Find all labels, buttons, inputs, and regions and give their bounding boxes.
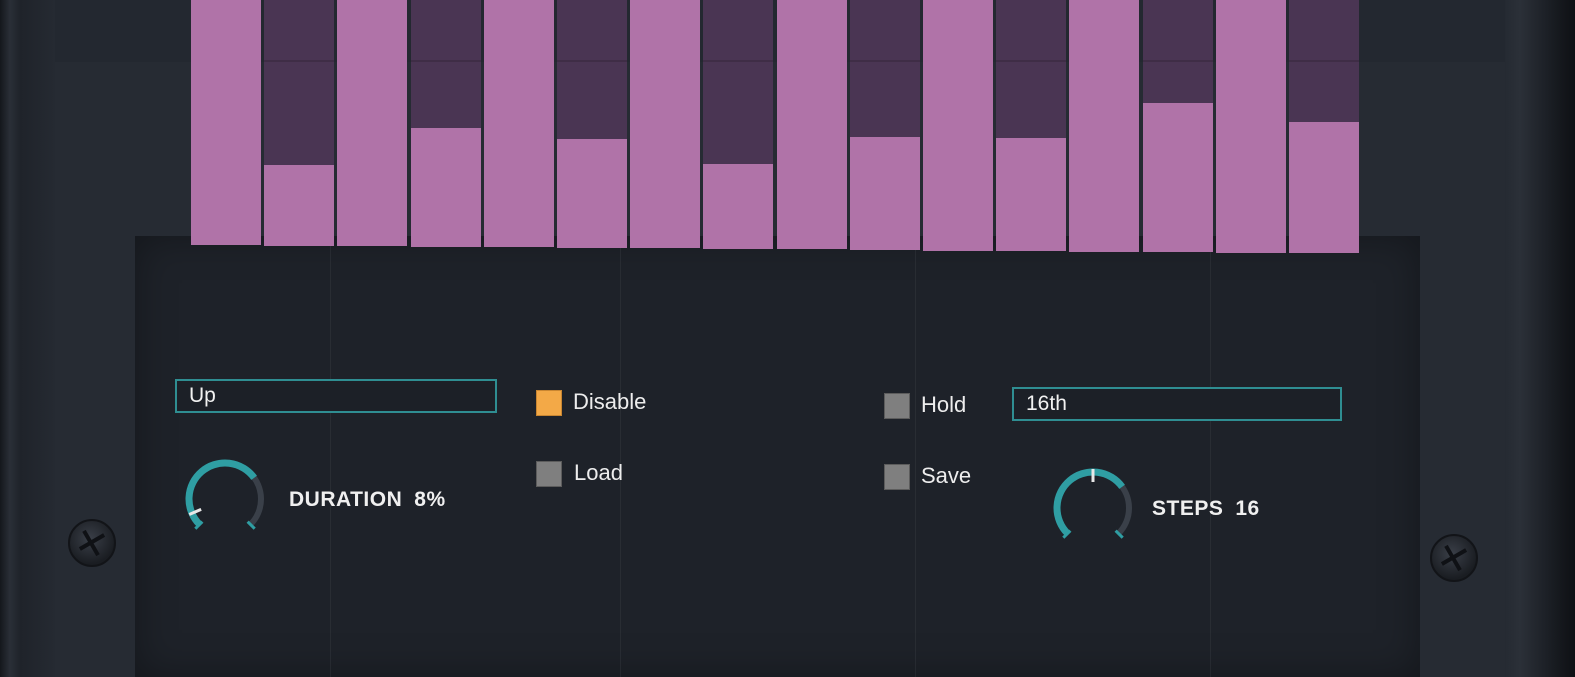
step-level-fill <box>337 0 408 247</box>
load-label: Load <box>574 460 623 485</box>
duration-value: 8% <box>414 488 446 511</box>
step-bar[interactable] <box>1215 0 1286 253</box>
step-level-fill <box>849 137 920 250</box>
step-bar[interactable] <box>630 0 701 249</box>
step-bar[interactable] <box>483 0 554 248</box>
step-level-fill <box>410 128 481 247</box>
step-level-fill <box>630 0 701 249</box>
step-bar[interactable] <box>337 0 408 247</box>
step-bar[interactable] <box>557 0 627 248</box>
step-bar-divider <box>1142 60 1213 62</box>
step-level-fill <box>264 164 335 246</box>
step-bar-divider <box>996 60 1067 62</box>
steps-value: 16 <box>1235 497 1260 520</box>
steps-label-text: STEPS <box>1152 497 1224 520</box>
step-bar[interactable] <box>923 0 993 251</box>
step-bar[interactable] <box>996 0 1067 252</box>
step-bar[interactable] <box>703 0 774 249</box>
step-bar[interactable] <box>191 0 261 245</box>
duration-label-text: DURATION <box>289 488 403 511</box>
step-level-fill <box>996 138 1067 252</box>
step-level-fill <box>191 0 261 245</box>
knob-arc <box>185 459 257 527</box>
step-level-fill <box>703 164 774 249</box>
rate-select[interactable]: 16th <box>1012 387 1342 421</box>
step-bar[interactable] <box>776 0 847 250</box>
hold-label: Hold <box>921 392 967 417</box>
step-level-fill <box>1215 0 1286 253</box>
duration-knob-label: DURATION 8% <box>289 488 446 512</box>
control-panel <box>135 236 1420 677</box>
panel-divider <box>330 236 331 677</box>
panel-divider <box>915 236 916 677</box>
step-bar[interactable] <box>1069 0 1140 252</box>
load-checkbox[interactable] <box>536 461 562 487</box>
step-level-fill <box>1289 121 1359 254</box>
panel-divider <box>620 236 621 677</box>
step-level-fill <box>776 0 847 250</box>
step-bar-divider <box>264 60 335 62</box>
step-level-fill <box>923 0 993 251</box>
step-bar[interactable] <box>849 0 920 250</box>
step-level-fill <box>1142 103 1213 253</box>
save-label: Save <box>921 463 972 488</box>
save-checkbox[interactable] <box>884 464 910 490</box>
duration-knob[interactable] <box>178 457 272 541</box>
steps-knob-label: STEPS 16 <box>1152 497 1260 521</box>
mode-select[interactable]: Up <box>175 379 497 413</box>
step-sequencer[interactable] <box>191 0 1366 255</box>
step-bar-divider <box>703 60 774 62</box>
step-bar[interactable] <box>410 0 481 247</box>
step-bar-divider <box>849 60 920 62</box>
step-level-fill <box>483 0 554 248</box>
step-bar[interactable] <box>1289 0 1359 254</box>
step-bar-divider <box>557 60 627 62</box>
knob-arc <box>1053 468 1125 536</box>
hold-checkbox[interactable] <box>884 393 910 419</box>
step-level-fill <box>1069 0 1140 252</box>
steps-knob[interactable] <box>1046 466 1140 550</box>
disable-label: Disable <box>573 389 647 414</box>
screw-icon <box>68 519 116 567</box>
step-bar[interactable] <box>1142 0 1213 253</box>
step-bar-divider <box>410 60 481 62</box>
step-bar[interactable] <box>264 0 335 246</box>
screw-icon <box>1430 534 1478 582</box>
disable-checkbox[interactable] <box>536 390 562 416</box>
step-bar-divider <box>1289 60 1359 62</box>
panel-divider <box>1210 236 1211 677</box>
step-level-fill <box>557 138 627 248</box>
